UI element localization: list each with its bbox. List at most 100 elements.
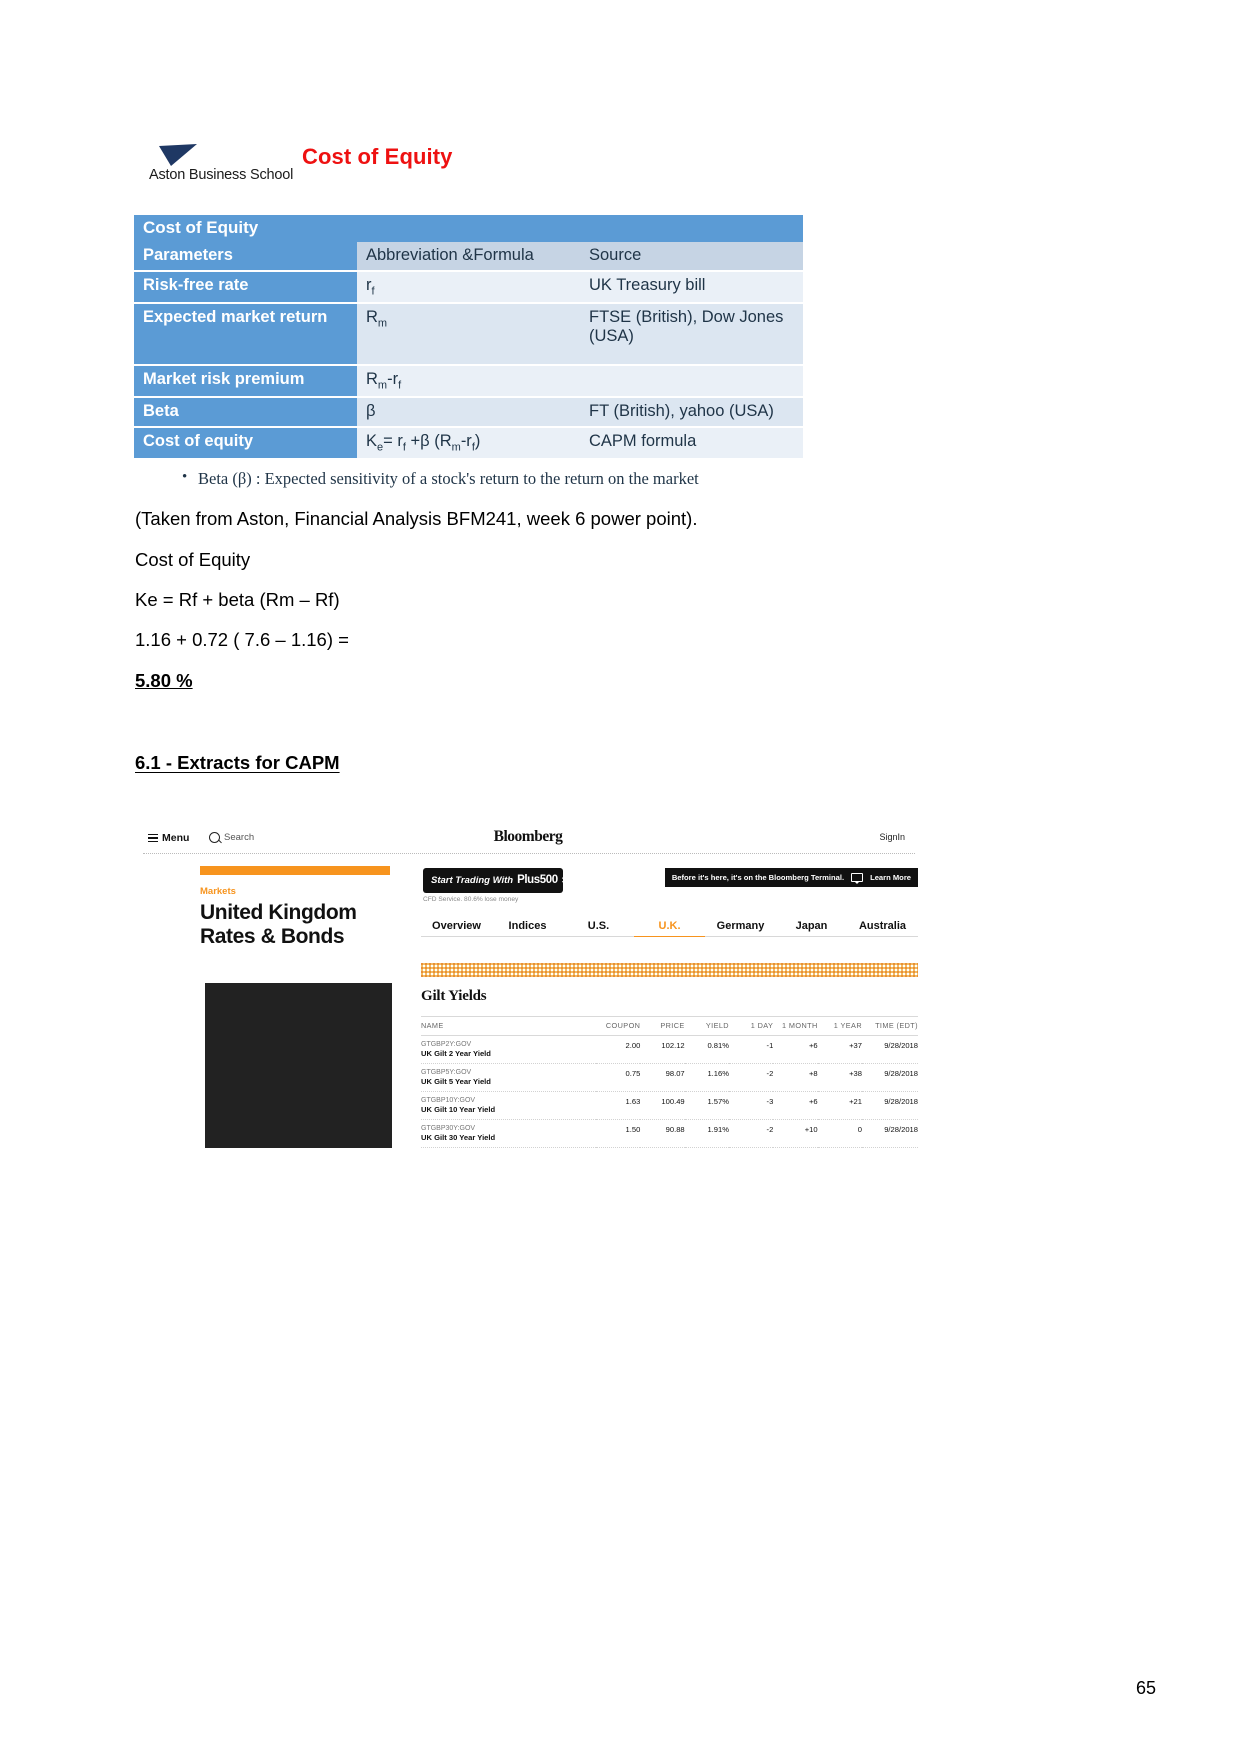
col-1day: 1 DAY [728,1016,774,1036]
table-banner-label: Cost of Equity [134,215,803,243]
terminal-promo-banner[interactable]: Before it's here, it's on the Bloomberg … [664,868,918,887]
tab-uk[interactable]: U.K. [634,920,705,937]
aston-triangle-icon [157,142,203,168]
capm-formula: Ke = Rf + beta (Rm – Rf) [135,589,340,610]
header-source: Source [580,242,803,272]
tab-australia[interactable]: Australia [847,920,918,937]
table-banner-row: Cost of Equity [134,215,803,243]
tab-japan[interactable]: Japan [776,920,847,937]
col-coupon: COUPON [596,1016,641,1036]
cell-time: 9/28/2018 [862,1035,918,1064]
promo-cta[interactable]: Learn More [870,873,911,882]
table-header-row: Parameters Abbreviation &Formula Source [134,242,803,272]
decorative-dot-band [421,963,918,977]
header-parameters: Parameters [134,242,357,272]
table-row[interactable]: GTGBP10Y:GOV UK Gilt 10 Year Yield 1.63 … [421,1091,918,1120]
cost-of-equity-table: Cost of Equity Parameters Abbreviation &… [134,215,803,460]
markets-headline-block: Markets United Kingdom Rates & Bonds [200,866,396,948]
row-abbreviation: rf [357,270,580,304]
row-source [580,364,803,399]
row-source: UK Treasury bill [580,270,803,304]
ad-brand: Plus500 [517,874,558,886]
table-row: Risk-free rate rf UK Treasury bill [134,270,803,304]
table-row[interactable]: GTGBP5Y:GOV UK Gilt 5 Year Yield 0.75 98… [421,1063,918,1092]
ad-disclaimer: CFD Service. 80.6% lose money [423,896,519,903]
cost-of-equity-label: Cost of Equity [135,549,251,570]
bond-description: UK Gilt 10 Year Yield [421,1105,496,1114]
bond-description: UK Gilt 30 Year Yield [421,1133,496,1142]
section-heading-6-1: 6.1 - Extracts for CAPM [135,752,340,773]
terminal-icon [851,873,864,884]
tab-us[interactable]: U.S. [563,920,634,937]
gilt-yields-title: Gilt Yields [421,988,487,1004]
search-icon [209,832,220,843]
cell-price: 90.88 [640,1119,685,1148]
row-parameter: Risk-free rate [134,270,357,304]
page-title-line1: United Kingdom [200,901,357,924]
bloomberg-screenshot: Menu Search Bloomberg SignIn Markets Uni… [133,820,923,1170]
cell-time: 9/28/2018 [862,1119,918,1148]
cell-yield: 1.16% [684,1063,729,1092]
cell-1day: -2 [728,1119,774,1148]
signin-button[interactable]: SignIn [879,832,905,842]
cell-1year: +37 [817,1035,862,1064]
table-header-row: NAME COUPON PRICE YIELD 1 DAY 1 MONTH 1 … [421,1016,918,1036]
row-abbreviation: Rm [357,302,580,366]
table-row: Market risk premium Rm-rf [134,364,803,399]
capm-result: 5.80 % [135,670,955,692]
capm-calculation: 1.16 + 0.72 ( 7.6 – 1.16) = [135,629,349,650]
table-row[interactable]: GTGBP30Y:GOV UK Gilt 30 Year Yield 1.50 … [421,1119,918,1148]
cell-name: GTGBP2Y:GOV UK Gilt 2 Year Yield [421,1035,596,1064]
row-source: FTSE (British), Dow Jones (USA) [580,302,803,366]
tab-overview[interactable]: Overview [421,920,492,937]
ad-cta-button[interactable]: Start Trading With Plus500 >> [423,868,572,893]
row-parameter: Market risk premium [134,364,357,399]
cell-1day: -1 [728,1035,774,1064]
cell-coupon: 1.63 [596,1091,641,1120]
header-abbreviation: Abbreviation &Formula [357,242,580,272]
cell-price: 98.07 [640,1063,685,1092]
bloomberg-logo[interactable]: Bloomberg [494,828,563,846]
tab-germany[interactable]: Germany [705,920,776,937]
row-parameter: Beta [134,397,357,428]
cell-coupon: 0.75 [596,1063,641,1092]
bond-description: UK Gilt 5 Year Yield [421,1077,491,1086]
orange-accent-bar [200,866,390,875]
cell-1month: +6 [773,1091,818,1120]
table-row[interactable]: GTGBP2Y:GOV UK Gilt 2 Year Yield 2.00 10… [421,1035,918,1064]
col-name: NAME [421,1016,596,1036]
row-parameter: Expected market return [134,302,357,366]
col-1month: 1 MONTH [773,1016,818,1036]
menu-label: Menu [162,832,190,844]
table-row: Beta β FT (British), yahoo (USA) [134,397,803,428]
video-placeholder[interactable] [205,983,392,1148]
tab-indices[interactable]: Indices [492,920,563,937]
bond-ticker: GTGBP5Y:GOV [421,1069,472,1076]
ad-arrows-icon: >> [561,875,573,885]
advertisement[interactable]: Start Trading With Plus500 >> CFD Servic… [423,868,572,903]
cell-price: 102.12 [640,1035,685,1064]
cell-1year: 0 [817,1119,862,1148]
menu-button[interactable]: Menu [148,832,189,844]
cost-of-equity-slide: Aston Business School Cost of Equity Cos… [134,136,814,489]
document-page: { "slide": { "brand": "Aston Business Sc… [0,0,1241,1754]
row-abbreviation: β [357,397,580,428]
row-source: FT (British), yahoo (USA) [580,397,803,428]
cell-1day: -2 [728,1063,774,1092]
page-title-line2: Rates & Bonds [200,924,345,948]
cell-name: GTGBP30Y:GOV UK Gilt 30 Year Yield [421,1119,596,1148]
row-abbreviation: Ke= rf +β (Rm-rf) [357,426,580,460]
search-button[interactable]: Search [209,832,254,843]
cell-1year: +38 [817,1063,862,1092]
aston-logo: Aston Business School [149,142,314,183]
bond-ticker: GTGBP30Y:GOV [421,1125,476,1132]
col-yield: YIELD [684,1016,729,1036]
markets-kicker[interactable]: Markets [200,886,396,897]
cell-yield: 1.91% [684,1119,729,1148]
bond-description: UK Gilt 2 Year Yield [421,1049,491,1058]
col-price: PRICE [640,1016,685,1036]
cell-1month: +8 [773,1063,818,1092]
cell-1month: +6 [773,1035,818,1064]
row-source: CAPM formula [580,426,803,460]
cell-yield: 1.57% [684,1091,729,1120]
